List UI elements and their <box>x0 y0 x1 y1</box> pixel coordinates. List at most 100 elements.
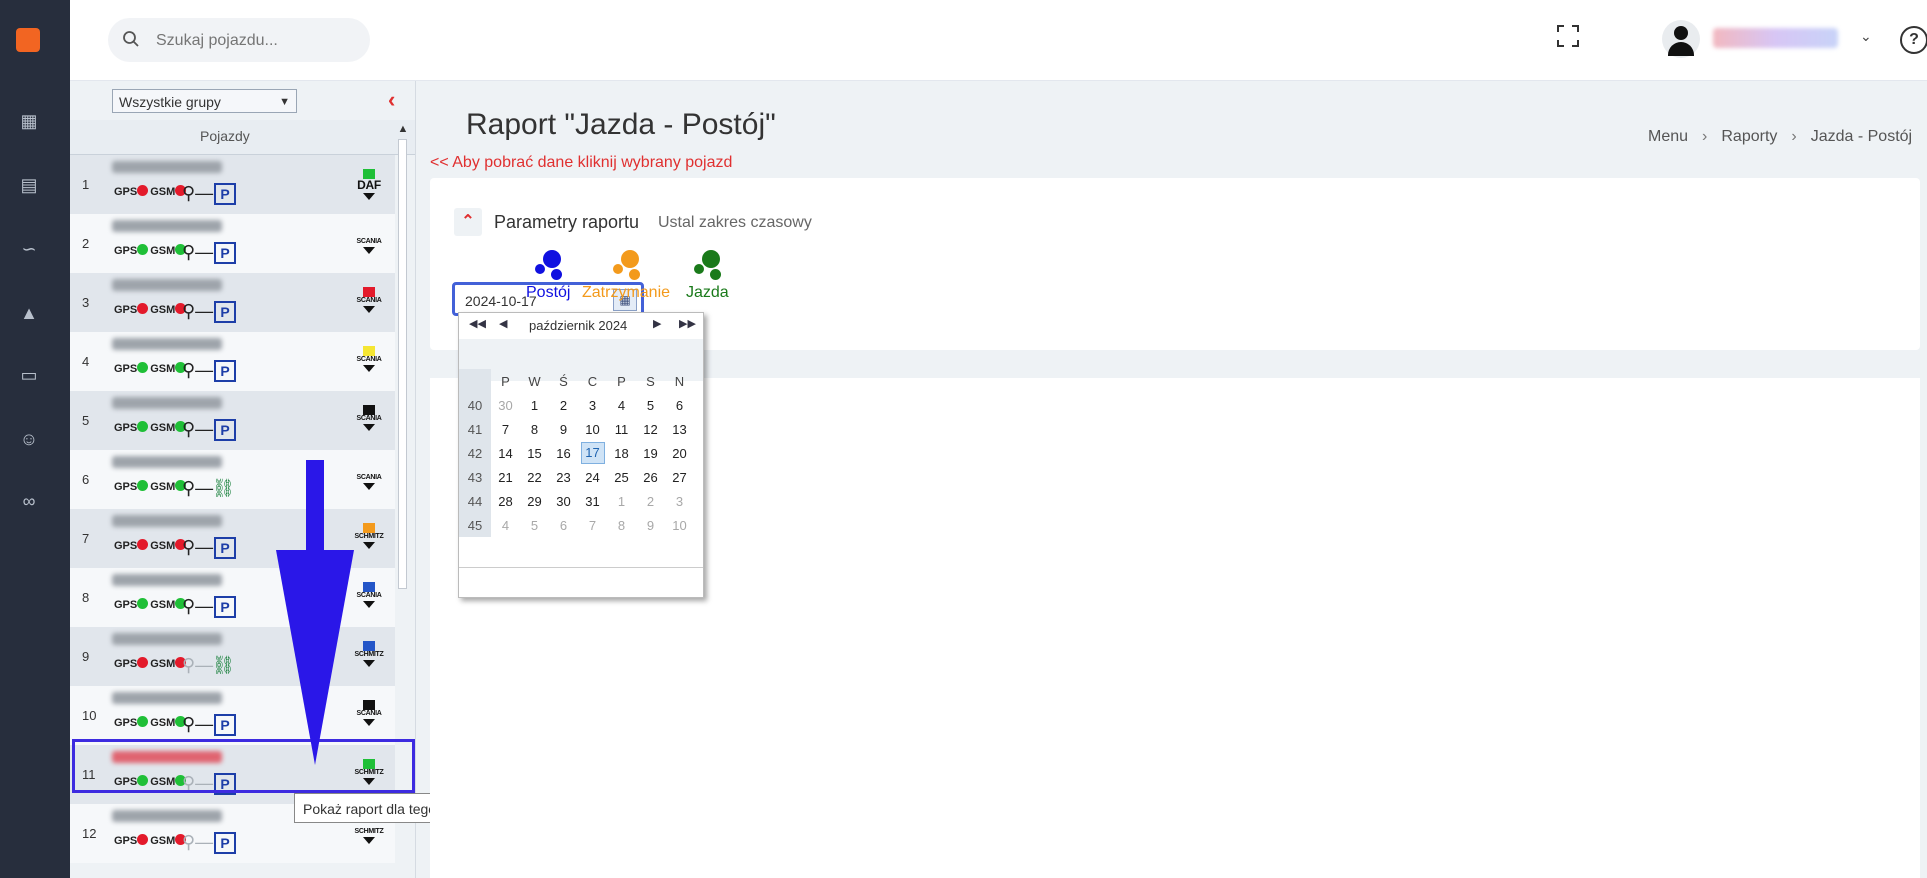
gps-status-icon <box>137 421 149 432</box>
calendar-day[interactable]: 21 <box>491 465 520 489</box>
gps-status-icon <box>137 480 149 491</box>
calendar-day[interactable]: 6 <box>549 513 578 537</box>
user-name-redacted[interactable] <box>1713 28 1838 48</box>
calendar-day[interactable]: 1 <box>607 489 636 513</box>
collapse-panel-icon[interactable]: ‹ <box>388 87 395 113</box>
calendar-month: październik 2024 <box>529 318 628 333</box>
search-input[interactable] <box>154 28 358 54</box>
calendar-day[interactable]: 25 <box>607 465 636 489</box>
next-month-icon[interactable]: ▶ <box>653 317 661 330</box>
row-number: 7 <box>82 531 90 546</box>
table-row[interactable]: 3 GPS GSM ⚲— P SCANIA <box>70 273 395 332</box>
calendar-day[interactable]: 7 <box>491 417 520 441</box>
table-row[interactable]: 2 GPS GSM ⚲— P SCANIA <box>70 214 395 273</box>
calendar-day[interactable]: 9 <box>549 417 578 441</box>
caret-down-icon <box>363 424 375 431</box>
signal-icon[interactable]: ▲ <box>16 300 42 326</box>
voicemail-icon[interactable]: ∞ <box>16 488 42 514</box>
gps-status-icon <box>137 303 149 314</box>
caret-down-icon <box>363 365 375 372</box>
calendar-day[interactable]: 4 <box>607 393 636 417</box>
calendar-day[interactable]: 18 <box>607 441 636 465</box>
status-flag-icon <box>363 287 375 297</box>
prev-month-icon[interactable]: ◀ <box>499 317 507 330</box>
calendar-day[interactable]: 7 <box>578 513 607 537</box>
reports-icon[interactable]: ▤ <box>16 172 42 198</box>
calendar-day[interactable]: 26 <box>636 465 665 489</box>
brand-name: SCANIA <box>356 356 382 363</box>
breadcrumb: Menu › Raporty › Jazda - Postój <box>1648 128 1912 146</box>
calendar-day[interactable]: 28 <box>491 489 520 513</box>
row-number: 5 <box>82 413 90 428</box>
next-year-icon[interactable]: ▶▶ <box>679 317 696 330</box>
calendar-day[interactable]: 24 <box>578 465 607 489</box>
chevron-up-icon[interactable]: ⌃ <box>454 208 482 236</box>
parking-icon: P <box>214 596 236 618</box>
calendar-day[interactable]: 15 <box>520 441 549 465</box>
prev-year-icon[interactable]: ◀◀ <box>469 317 486 330</box>
calendar-day-selected[interactable]: 17 <box>578 441 607 465</box>
calendar-day[interactable]: 20 <box>665 441 694 465</box>
gps-label: GPS <box>114 658 138 670</box>
calendar-day[interactable]: 29 <box>520 489 549 513</box>
fullscreen-icon[interactable] <box>1556 24 1586 54</box>
calendar-day[interactable]: 8 <box>520 417 549 441</box>
legend-item: Jazda <box>686 250 729 302</box>
calendar-day[interactable]: 22 <box>520 465 549 489</box>
calendar-day[interactable]: 3 <box>578 393 607 417</box>
calendar-day[interactable]: 3 <box>665 489 694 513</box>
calendar-day[interactable]: 14 <box>491 441 520 465</box>
zones-icon[interactable]: ▭ <box>16 362 42 388</box>
calendar-day[interactable]: 9 <box>636 513 665 537</box>
calendar-day[interactable]: 27 <box>665 465 694 489</box>
calendar-day[interactable]: 16 <box>549 441 578 465</box>
weekday-label: S <box>646 373 655 389</box>
calendar-day[interactable]: 2 <box>636 489 665 513</box>
calendar-day[interactable]: 12 <box>636 417 665 441</box>
app-logo-icon[interactable] <box>16 28 40 52</box>
legend-label: Jazda <box>686 284 729 301</box>
calendar-day[interactable]: 5 <box>520 513 549 537</box>
week-number: 43 <box>459 465 491 489</box>
calendar-day[interactable]: 1 <box>520 393 549 417</box>
calendar-day[interactable]: 6 <box>665 393 694 417</box>
calendar-day[interactable]: 10 <box>578 417 607 441</box>
calendar-day[interactable]: 23 <box>549 465 578 489</box>
table-row[interactable]: 4 GPS GSM ⚲— P SCANIA <box>70 332 395 391</box>
parking-icon: P <box>214 832 236 854</box>
table-row[interactable]: 1 GPS GSM ⚲— P DAF <box>70 155 395 214</box>
calendar-day[interactable]: 30 <box>491 393 520 417</box>
top-bar: ⌄ ? <box>70 0 1927 81</box>
gps-status-icon <box>137 716 149 727</box>
avatar[interactable] <box>1662 20 1700 58</box>
map-icon[interactable]: ▦ <box>16 108 42 134</box>
calendar-day[interactable]: 19 <box>636 441 665 465</box>
table-row[interactable]: 5 GPS GSM ⚲— P SCANIA <box>70 391 395 450</box>
legend-bubbles-icon <box>528 250 568 284</box>
scrollbar[interactable] <box>398 139 407 589</box>
search-box <box>108 18 370 62</box>
help-icon[interactable]: ? <box>1900 26 1927 54</box>
breadcrumb-menu[interactable]: Menu <box>1648 128 1688 145</box>
group-select[interactable]: Wszystkie grupy ▼ <box>112 89 297 113</box>
calendar-day[interactable]: 10 <box>665 513 694 537</box>
calendar-day[interactable]: 13 <box>665 417 694 441</box>
breadcrumb-reports[interactable]: Raporty <box>1721 128 1777 145</box>
status-indicators: GPS GSM <box>114 303 188 321</box>
gps-status-icon <box>137 834 149 845</box>
chevron-down-icon[interactable]: ⌄ <box>1860 28 1872 45</box>
calendar-day[interactable]: 30 <box>549 489 578 513</box>
route-icon[interactable]: ∽ <box>16 236 42 262</box>
caret-down-icon <box>363 247 375 254</box>
calendar-day[interactable]: 11 <box>607 417 636 441</box>
calendar-day[interactable]: 5 <box>636 393 665 417</box>
calendar-day[interactable]: 31 <box>578 489 607 513</box>
calendar-day[interactable]: 4 <box>491 513 520 537</box>
column-header-vehicles: Pojazdy <box>200 128 250 144</box>
scroll-up-icon[interactable]: ▲ <box>396 123 410 135</box>
calendar-day[interactable]: 2 <box>549 393 578 417</box>
group-select-value: Wszystkie grupy <box>119 94 221 110</box>
gps-status-icon <box>137 362 149 373</box>
calendar-day[interactable]: 8 <box>607 513 636 537</box>
user-icon[interactable]: ☺ <box>16 426 42 452</box>
